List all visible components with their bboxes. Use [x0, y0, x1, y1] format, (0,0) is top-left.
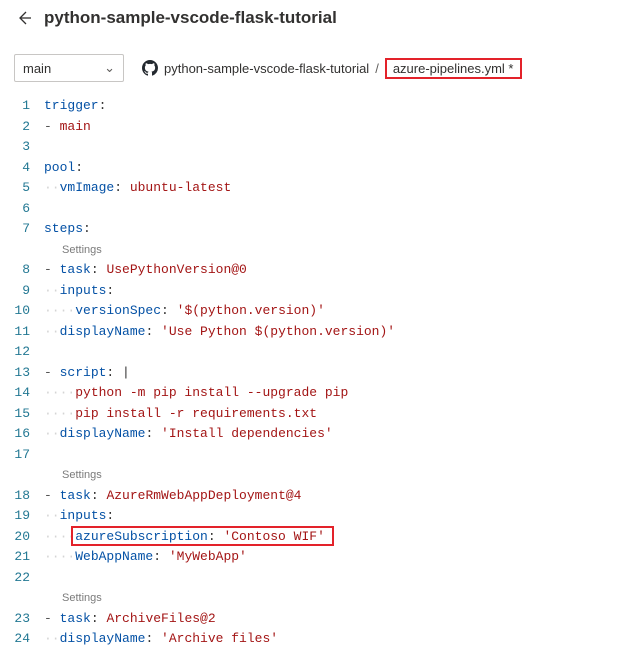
settings-link[interactable]: Settings [44, 240, 625, 261]
code-line[interactable]: ··displayName: 'Install dependencies' [44, 424, 625, 445]
page-header: python-sample-vscode-flask-tutorial [0, 0, 625, 42]
branch-selector[interactable]: main ⌄ [14, 54, 124, 82]
code-line[interactable]: ··displayName: 'Use Python $(python.vers… [44, 322, 625, 343]
line-gutter: 123456789101112131415161718192021222324 [0, 96, 44, 650]
code-line[interactable] [44, 568, 625, 589]
code-line[interactable]: - task: AzureRmWebAppDeployment@4 [44, 486, 625, 507]
code-line[interactable] [44, 445, 625, 466]
code-line[interactable] [44, 199, 625, 220]
code-line[interactable]: ····python -m pip install --upgrade pip [44, 383, 625, 404]
code-line[interactable]: ··inputs: [44, 506, 625, 527]
code-line[interactable]: pool: [44, 158, 625, 179]
breadcrumb: python-sample-vscode-flask-tutorial / az… [142, 58, 522, 79]
page-title: python-sample-vscode-flask-tutorial [44, 8, 337, 28]
breadcrumb-file[interactable]: azure-pipelines.yml * [385, 58, 522, 79]
code-line[interactable]: ····pip install -r requirements.txt [44, 404, 625, 425]
code-line[interactable]: ··inputs: [44, 281, 625, 302]
code-area[interactable]: trigger:- main pool:··vmImage: ubuntu-lat… [44, 96, 625, 650]
settings-link[interactable]: Settings [44, 465, 625, 486]
chevron-down-icon: ⌄ [104, 60, 115, 76]
code-line[interactable]: - script: | [44, 363, 625, 384]
github-icon [142, 60, 158, 76]
code-line[interactable]: ··vmImage: ubuntu-latest [44, 178, 625, 199]
breadcrumb-repo[interactable]: python-sample-vscode-flask-tutorial [164, 61, 369, 76]
code-line[interactable]: trigger: [44, 96, 625, 117]
code-line[interactable]: - task: ArchiveFiles@2 [44, 609, 625, 630]
toolbar: main ⌄ python-sample-vscode-flask-tutori… [0, 42, 625, 90]
branch-name: main [23, 61, 51, 76]
code-editor[interactable]: 123456789101112131415161718192021222324 … [0, 90, 625, 650]
breadcrumb-separator: / [375, 61, 379, 76]
code-line[interactable]: ····versionSpec: '$(python.version)' [44, 301, 625, 322]
code-line[interactable]: ··displayName: 'Archive files' [44, 629, 625, 650]
code-line[interactable]: - task: UsePythonVersion@0 [44, 260, 625, 281]
code-line[interactable]: ····azureSubscription: 'Contoso WIF' [44, 527, 625, 548]
back-arrow-icon[interactable] [14, 8, 34, 28]
settings-link[interactable]: Settings [44, 588, 625, 609]
code-line[interactable]: ····WebAppName: 'MyWebApp' [44, 547, 625, 568]
code-line[interactable]: - main [44, 117, 625, 138]
code-line[interactable]: steps: [44, 219, 625, 240]
code-line[interactable] [44, 137, 625, 158]
code-line[interactable] [44, 342, 625, 363]
